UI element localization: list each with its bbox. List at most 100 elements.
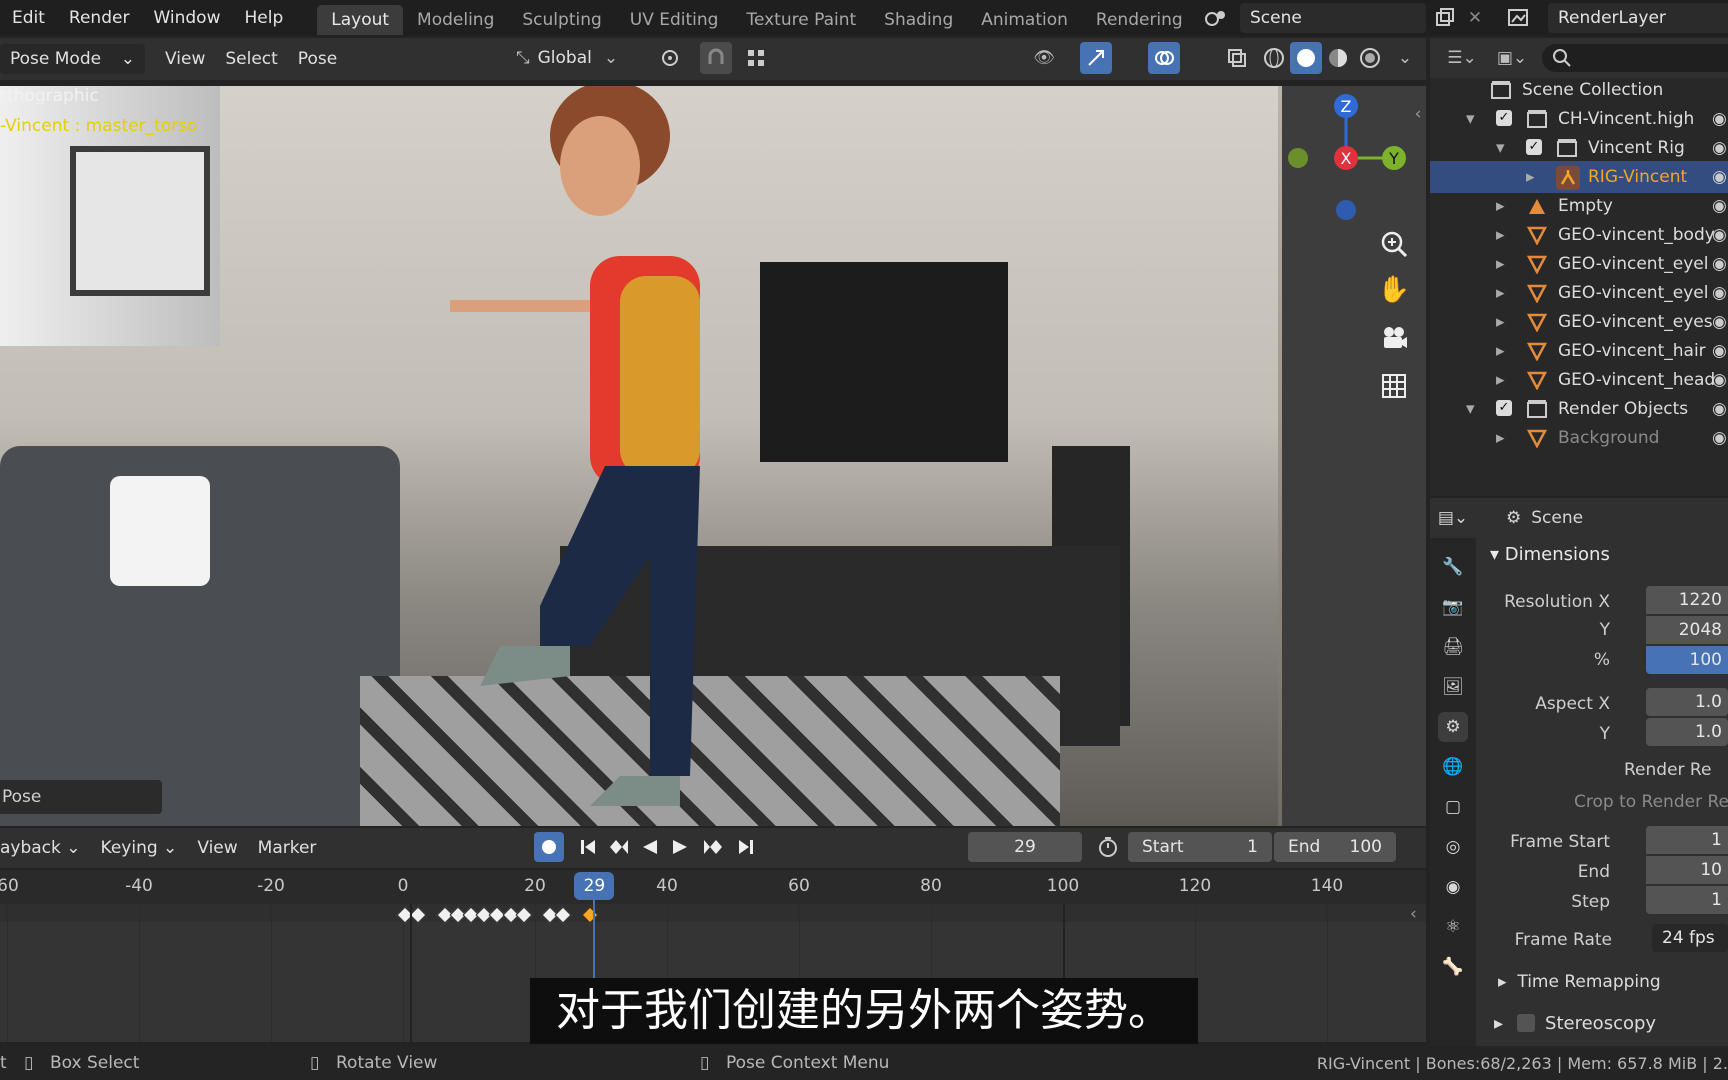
frame-end-field[interactable]: 10 — [1646, 856, 1728, 884]
physics-icon[interactable]: ◉ — [1438, 872, 1468, 902]
tab-modeling[interactable]: Modeling — [403, 5, 508, 35]
chevron-right-icon[interactable]: ▸ — [1496, 364, 1505, 396]
start-frame-field[interactable]: Start 1 — [1128, 832, 1272, 862]
outliner[interactable]: ☰⌄ ▣⌄ Scene Collection ▾ ✓ CH-Vincent.high ◉… — [1430, 38, 1728, 496]
xray-icon[interactable] — [1222, 42, 1252, 74]
outliner-row[interactable]: ▾ ✓ Vincent Rig ◉ — [1430, 132, 1728, 164]
navigation-gizmo[interactable]: Z X Y — [1280, 86, 1426, 226]
outliner-row[interactable]: ▾ ✓ Render Objects ◉ — [1430, 393, 1728, 425]
visibility-eye-icon[interactable]: ◉ — [1712, 335, 1727, 367]
tab-texture-paint[interactable]: Texture Paint — [732, 5, 870, 35]
play-reverse-icon[interactable] — [636, 832, 664, 862]
chevron-right-icon[interactable]: ▸ — [1496, 335, 1505, 367]
chevron-down-icon[interactable]: ▾ — [1466, 103, 1475, 135]
outliner-search-input[interactable] — [1542, 44, 1728, 72]
object-constraints-icon[interactable]: ⚛ — [1438, 912, 1468, 942]
prev-keyframe-icon[interactable] — [604, 832, 634, 862]
overlays-icon[interactable] — [1148, 42, 1180, 74]
outliner-row[interactable]: ▸ GEO-vincent_body ◉ — [1430, 219, 1728, 251]
menu-keying[interactable]: Keying ⌄ — [91, 833, 188, 863]
time-remapping-panel[interactable]: ▸ Time Remapping — [1498, 972, 1661, 992]
visibility-eye-icon[interactable]: ◉ — [1712, 132, 1727, 164]
visibility-eye-icon[interactable]: ◉ — [1712, 364, 1727, 396]
visibility-eye-icon[interactable]: ◉ — [1712, 422, 1727, 454]
visibility-eye-icon[interactable]: ◉ — [1712, 161, 1727, 193]
visibility-eye-icon[interactable]: ◉ — [1712, 277, 1727, 309]
visibility-eye-icon[interactable]: ◉ — [1712, 306, 1727, 338]
menu-timeline-view[interactable]: View — [187, 833, 247, 863]
play-icon[interactable] — [666, 832, 694, 862]
copy-scene-icon[interactable] — [1430, 4, 1460, 32]
snap-target-icon[interactable] — [736, 42, 776, 74]
outliner-row[interactable]: ▸ RIG-Vincent ◉ — [1430, 161, 1728, 193]
menu-marker[interactable]: Marker — [248, 833, 327, 863]
stereoscopy-checkbox[interactable] — [1517, 1014, 1536, 1032]
tab-sculpting[interactable]: Sculpting — [508, 5, 615, 35]
modifiers-icon[interactable]: ◎ — [1438, 832, 1468, 862]
visibility-eye-icon[interactable]: ◉ — [1712, 103, 1727, 135]
chevron-down-icon[interactable]: ▾ — [1496, 132, 1505, 164]
tab-uv-editing[interactable]: UV Editing — [616, 5, 733, 35]
view-layer-icon[interactable] — [1500, 4, 1540, 32]
playhead[interactable]: 29 — [574, 872, 615, 900]
material-shading-icon[interactable] — [1322, 42, 1354, 74]
scene-selector[interactable]: Scene — [1240, 3, 1426, 33]
crop-to-render-region-checkbox[interactable]: Crop to Render Re — [1530, 792, 1728, 812]
object-icon[interactable]: ▢ — [1438, 792, 1468, 822]
display-mode-icon[interactable]: ☰⌄ — [1440, 44, 1484, 72]
aspect-x-field[interactable]: 1.0 — [1646, 688, 1728, 716]
rendered-shading-icon[interactable] — [1354, 42, 1386, 74]
chevron-right-icon[interactable]: ▸ — [1496, 422, 1505, 454]
tool-settings-icon[interactable]: 🔧 — [1438, 552, 1468, 582]
frame-rate-dropdown[interactable]: 24 fps — [1652, 924, 1728, 952]
editor-type-icon[interactable]: ▤⌄ — [1430, 498, 1476, 538]
menu-render[interactable]: Render — [57, 0, 142, 36]
gizmo-toggle-icon[interactable] — [1080, 42, 1112, 74]
mode-dropdown[interactable]: Pose Mode ⌄ — [0, 44, 145, 74]
properties-editor[interactable]: 🔧 📷 🖨 🖼 ⚙ 🌐 ▢ ◎ ◉ ⚛ 🦴 ⚙ Scene ▤⌄ ▾ Dimensions Reso… — [1430, 498, 1728, 1046]
outliner-row[interactable]: ▸ GEO-vincent_eyes ◉ — [1430, 306, 1728, 338]
next-keyframe-icon[interactable] — [698, 832, 728, 862]
orientation-dropdown[interactable]: ⤡ Global ⌄ — [516, 42, 646, 74]
menu-window[interactable]: Window — [141, 0, 232, 36]
aspect-y-field[interactable]: 1.0 — [1646, 718, 1728, 746]
collection-checkbox[interactable]: ✓ — [1496, 110, 1512, 126]
bone-icon[interactable]: 🦴 — [1438, 952, 1468, 982]
outliner-row[interactable]: Scene Collection — [1430, 74, 1728, 106]
visibility-eye-icon[interactable]: ◉ — [1712, 219, 1727, 251]
outliner-row[interactable]: ▸ GEO-vincent_head ◉ — [1430, 364, 1728, 396]
visibility-icon[interactable]: 👁 — [1022, 42, 1066, 74]
character-vincent[interactable] — [420, 86, 780, 826]
camera-view-icon[interactable] — [1376, 320, 1412, 356]
jump-end-icon[interactable] — [732, 832, 760, 862]
jump-start-icon[interactable] — [574, 832, 602, 862]
zoom-icon[interactable] — [1376, 226, 1412, 262]
chevron-down-icon[interactable]: ▾ — [1466, 393, 1475, 425]
last-operator-panel[interactable]: Pose — [0, 780, 162, 814]
collection-checkbox[interactable]: ✓ — [1526, 139, 1542, 155]
resolution-percent-slider[interactable]: 100 — [1646, 646, 1728, 674]
resolution-x-field[interactable]: 1220 — [1646, 586, 1728, 614]
filter-icon[interactable]: ▣⌄ — [1490, 44, 1534, 72]
record-icon[interactable] — [534, 832, 564, 862]
frame-start-field[interactable]: 1 — [1646, 826, 1728, 854]
dimensions-panel-header[interactable]: ▾ Dimensions — [1490, 544, 1610, 565]
solid-shading-icon[interactable] — [1290, 42, 1322, 74]
tab-animation[interactable]: Animation — [967, 5, 1082, 35]
collection-checkbox[interactable]: ✓ — [1496, 400, 1512, 416]
menu-select[interactable]: Select — [215, 44, 287, 74]
resolution-y-field[interactable]: 2048 — [1646, 616, 1728, 644]
sidebar-expand-icon[interactable]: ‹ — [1410, 102, 1426, 126]
scene-props-icon[interactable]: ⚙ — [1438, 712, 1468, 742]
chevron-right-icon[interactable]: ▸ — [1526, 161, 1535, 193]
output-icon[interactable]: 🖨 — [1438, 632, 1468, 662]
outliner-row[interactable]: ▸ Background ◉ — [1430, 422, 1728, 454]
wireframe-shading-icon[interactable] — [1258, 42, 1290, 74]
scene-browse-icon[interactable] — [1196, 4, 1236, 32]
outliner-row[interactable]: ▸ GEO-vincent_hair ◉ — [1430, 335, 1728, 367]
chevron-right-icon[interactable]: ▸ — [1496, 248, 1505, 280]
render-icon[interactable]: 📷 — [1438, 592, 1468, 622]
outliner-row[interactable]: ▸ Empty ◉ — [1430, 190, 1728, 222]
chevron-down-icon[interactable]: ⌄ — [1390, 42, 1420, 74]
visibility-eye-icon[interactable]: ◉ — [1712, 393, 1727, 425]
